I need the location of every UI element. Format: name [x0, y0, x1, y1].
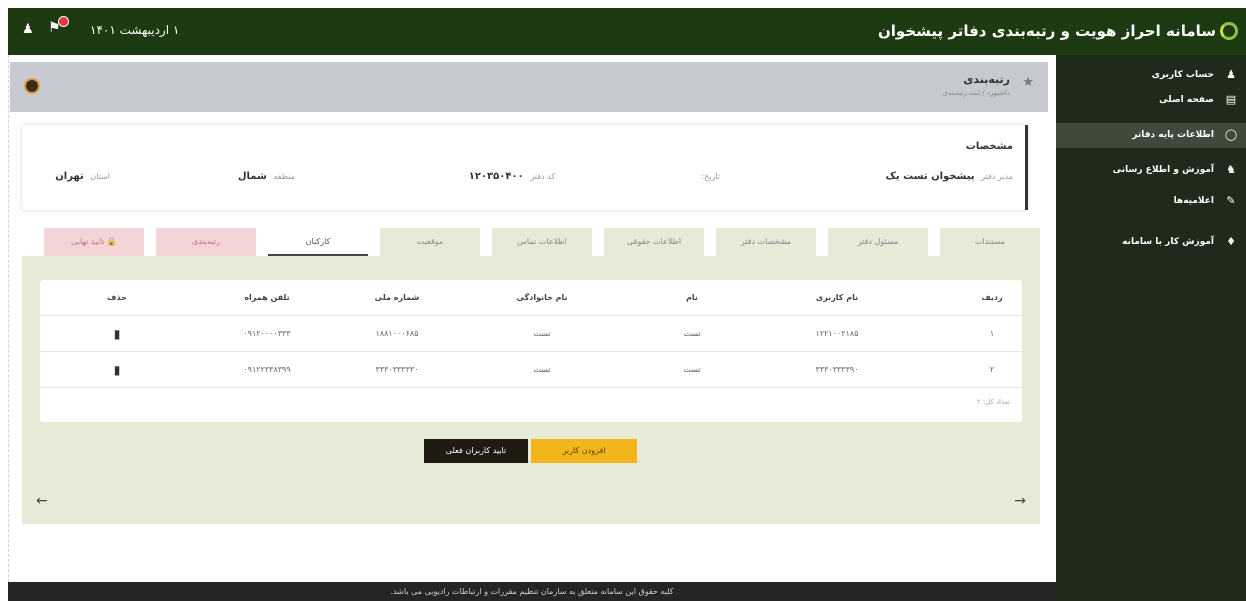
sidebar-item-office-info[interactable]: ◯ اطلاعات پایه دفاتر: [1056, 123, 1246, 148]
tab-documents[interactable]: مستندات: [940, 228, 1040, 256]
table-header-row: ردیف نام کاربری نام نام خانوادگی شماره م…: [40, 280, 1022, 316]
info-value: ۱۲۰۳۵۰۴۰۰: [468, 171, 524, 182]
info-field-province: استان تهران: [55, 171, 110, 182]
tab-bar: مستندات مسئول دفتر مشخصات دفتر اطلاعات ح…: [22, 228, 1040, 256]
tab-label: تایید نهایی: [71, 237, 105, 246]
info-key: کد دفتر: [530, 172, 555, 181]
info-key: منطقه: [273, 172, 295, 181]
info-key: تاریخ:: [701, 172, 720, 181]
tab-legal-info[interactable]: اطلاعات حقوقی: [604, 228, 704, 256]
cell-index: ۲: [989, 365, 995, 374]
cell-last-name: تست: [533, 329, 551, 338]
column-header: شماره ملی: [374, 293, 420, 302]
info-field-region: منطقه شمال: [238, 171, 295, 182]
delete-button[interactable]: ▮: [62, 316, 172, 352]
sidebar-item-home[interactable]: ▤ صفحه اصلی: [1056, 88, 1246, 113]
tab-ranking[interactable]: رتبه‌بندی: [156, 228, 256, 256]
cell-first-name: تست: [683, 329, 701, 338]
user-icon: ♟: [1226, 68, 1236, 81]
current-date: ۱ اردیبهشت ۱۴۰۱: [90, 23, 180, 37]
footer: کلیه حقوق این سامانه متعلق به سازمان تنظ…: [8, 582, 1056, 601]
info-key: استان: [90, 172, 110, 181]
staff-table: ردیف نام کاربری نام نام خانوادگی شماره م…: [40, 280, 1022, 422]
add-user-button[interactable]: افزودن کاربر: [531, 439, 637, 463]
cell-username: ۳۳۳۰۳۳۳۳۹۰: [815, 365, 859, 374]
cell-index: ۱: [989, 329, 995, 338]
tab-office-manager[interactable]: مسئول دفتر: [828, 228, 928, 256]
info-value: پیشخوان تست یک: [885, 171, 975, 182]
sidebar: ♟ حساب کاربری ▤ صفحه اصلی ◯ اطلاعات پایه…: [1056, 55, 1246, 601]
table-row: ۲ ۳۳۳۰۳۳۳۳۹۰ تست تست ۳۳۳۰۳۳۳۳۳۰ ۰۹۱۲۲۳۳۸…: [40, 352, 1022, 388]
cell-first-name: تست: [683, 365, 701, 374]
column-header: ردیف: [981, 293, 1003, 302]
trash-icon: ▮: [113, 327, 121, 341]
users-icon: ♞: [1226, 163, 1236, 176]
total-count: تعداد کل: ۲: [976, 398, 1010, 406]
page-title: رتبه‌بندی: [963, 73, 1010, 86]
info-field-date: تاریخ:: [697, 171, 720, 182]
sidebar-item-label: اطلاعات پایه دفاتر: [1132, 130, 1214, 140]
star-icon[interactable]: ★: [1022, 75, 1034, 90]
cell-mobile: ۰۹۱۲۲۳۳۸۳۹۹: [243, 365, 291, 374]
info-field-office-code: کد دفتر ۱۲۰۳۵۰۴۰۰: [469, 171, 555, 182]
office-info-card: مشخصات مدیر دفتر پیشخوان تست یک تاریخ: ک…: [22, 125, 1028, 210]
column-header: نام خانوادگی: [516, 293, 568, 302]
staff-panel: ردیف نام کاربری نام نام خانوادگی شماره م…: [22, 256, 1040, 524]
sidebar-item-account[interactable]: ♟ حساب کاربری: [1056, 63, 1246, 88]
app-logo-icon: [1220, 22, 1238, 40]
cell-username: ۱۲۲۱۰۰۲۱۸۵: [815, 329, 859, 338]
cell-national-id: ۳۳۳۰۳۳۳۳۳۰: [375, 365, 419, 374]
column-header: نام کاربری: [815, 293, 859, 302]
sidebar-item-label: صفحه اصلی: [1159, 95, 1214, 105]
tab-office-details[interactable]: مشخصات دفتر: [716, 228, 816, 256]
sidebar-item-tutorial[interactable]: ♦ آموزش کار با سامانه: [1056, 230, 1246, 255]
pencil-icon: ✎: [1226, 194, 1236, 207]
sidebar-item-label: حساب کاربری: [1151, 70, 1214, 80]
trash-icon: ▮: [113, 363, 121, 377]
column-header: تلفن همراه: [244, 293, 290, 302]
dashboard-icon: ▤: [1225, 93, 1237, 106]
column-header: حذف: [107, 293, 127, 302]
user-icon[interactable]: ♟: [22, 22, 34, 37]
breadcrumb: داشبورد / ثبت رتبه‌بندی: [942, 89, 1010, 97]
previous-arrow-icon[interactable]: ←: [36, 493, 48, 509]
tab-final-approval[interactable]: 🔒 تایید نهایی: [44, 228, 144, 256]
app-title: سامانه احراز هویت و رتبه‌بندی دفاتر پیشخ…: [877, 22, 1216, 40]
delete-button[interactable]: ▮: [62, 352, 172, 388]
info-value: تهران: [55, 171, 84, 182]
sidebar-item-label: آموزش کار با سامانه: [1122, 237, 1214, 247]
lock-icon: 🔒: [104, 237, 117, 246]
info-heading: مشخصات: [965, 141, 1013, 152]
sidebar-item-label: اعلامیه‌ها: [1173, 196, 1214, 206]
footer-sidebar-strip: [1056, 582, 1246, 601]
info-value: شمال: [237, 171, 267, 182]
info-field-manager: مدیر دفتر پیشخوان تست یک: [886, 171, 1013, 182]
sidebar-item-education[interactable]: ♞ آموزش و اطلاع رسانی: [1056, 158, 1246, 183]
graduation-icon: ♦: [1226, 235, 1236, 248]
shield-icon: ◯: [1224, 128, 1238, 141]
tab-location[interactable]: موقعیت: [380, 228, 480, 256]
cell-last-name: تست: [533, 365, 551, 374]
sidebar-item-label: آموزش و اطلاع رسانی: [1112, 165, 1214, 175]
next-arrow-icon[interactable]: →: [1014, 493, 1026, 509]
page-header: ★ رتبه‌بندی داشبورد / ثبت رتبه‌بندی: [10, 62, 1048, 112]
tab-contact-info[interactable]: اطلاعات تماس: [492, 228, 592, 256]
table-row: ۱ ۱۲۲۱۰۰۲۱۸۵ تست تست ۱۸۸۱۰۰۰۶۸۵ ۰۹۱۲۰۰۰۰…: [40, 316, 1022, 352]
tab-staff[interactable]: کارکنان: [268, 228, 368, 256]
column-header: نام: [686, 293, 698, 302]
cell-mobile: ۰۹۱۲۰۰۰۰۳۳۳: [243, 329, 291, 338]
info-key: مدیر دفتر: [981, 172, 1013, 181]
organization-logo-icon: [24, 78, 40, 94]
sidebar-item-announcements[interactable]: ✎ اعلامیه‌ها: [1056, 189, 1246, 214]
top-header-bar: سامانه احراز هویت و رتبه‌بندی دفاتر پیشخ…: [8, 8, 1246, 55]
notification-badge: [58, 16, 69, 27]
confirm-users-button[interactable]: تایید کاربران فعلی: [424, 439, 528, 463]
cell-national-id: ۱۸۸۱۰۰۰۶۸۵: [375, 329, 419, 338]
